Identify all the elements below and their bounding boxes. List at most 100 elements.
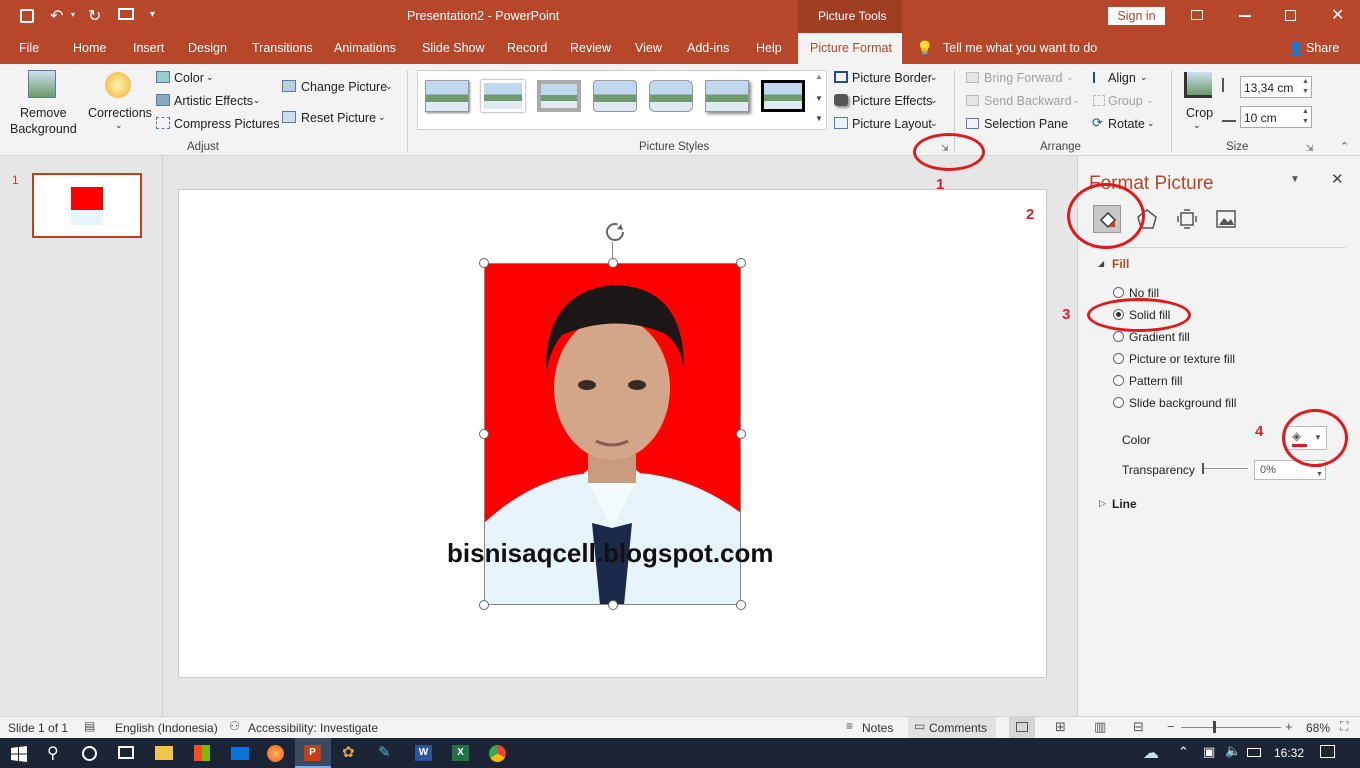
save-icon[interactable] (20, 9, 34, 23)
picture-style-4[interactable] (593, 80, 637, 112)
normal-view-icon[interactable] (1009, 717, 1035, 738)
selection-pane-button[interactable]: Selection Pane (984, 117, 1068, 131)
slide-sorter-icon[interactable]: ⊞ (1055, 719, 1066, 735)
resize-handle-bl[interactable] (479, 600, 489, 610)
corrections-button[interactable]: Corrections (88, 106, 152, 120)
reset-picture-button[interactable]: Reset Picture (301, 111, 376, 125)
tab-add-ins[interactable]: Add-ins (687, 41, 729, 55)
minimize-icon[interactable] (1239, 15, 1251, 17)
height-input[interactable]: 13,34 cm ▲ ▼ (1240, 76, 1312, 98)
bring-forward-dropdown-icon[interactable]: ⌄ (1066, 72, 1074, 83)
gallery-scroll-up-icon[interactable]: ▲ (815, 72, 823, 81)
paint-icon[interactable]: ✎ (378, 743, 391, 761)
resize-handle-br[interactable] (736, 600, 746, 610)
ribbon-display-icon[interactable] (1191, 10, 1203, 20)
store-icon[interactable] (194, 745, 210, 761)
customize-qat-icon[interactable]: ▾ (150, 9, 155, 20)
pane-options-dropdown-icon[interactable]: ▼ (1290, 174, 1300, 185)
zoom-slider-thumb[interactable] (1213, 721, 1216, 733)
picture-effects-dropdown-icon[interactable]: ⌄ (930, 95, 938, 106)
rotate-dropdown-icon[interactable]: ⌄ (1147, 118, 1155, 129)
powerpoint-taskbar-button[interactable]: P (295, 738, 331, 768)
redo-icon[interactable]: ↻ (88, 6, 101, 26)
comments-button[interactable]: ▭ Comments (908, 717, 996, 738)
remove-background-label-2[interactable]: Background (10, 122, 77, 136)
collapse-ribbon-icon[interactable]: ⌃ (1340, 140, 1349, 153)
battery-icon[interactable] (1247, 748, 1261, 757)
picture-texture-fill-radio[interactable] (1113, 353, 1124, 364)
resize-handle-tc[interactable] (608, 258, 618, 268)
tab-insert[interactable]: Insert (133, 41, 164, 55)
tab-review[interactable]: Review (570, 41, 611, 55)
reset-picture-dropdown-icon[interactable]: ⌄ (378, 112, 386, 123)
picture-tab-icon[interactable] (1215, 208, 1237, 230)
undo-icon[interactable]: ↶ (50, 6, 63, 26)
corrections-icon[interactable] (105, 72, 131, 98)
remove-background-icon[interactable] (28, 70, 56, 98)
group-button[interactable]: Group (1108, 94, 1143, 108)
picture-border-button[interactable]: Picture Border (852, 71, 932, 85)
task-view-icon[interactable] (118, 746, 134, 759)
remove-background-label-1[interactable]: Remove (20, 106, 67, 120)
picture-style-6[interactable] (705, 80, 749, 112)
tab-file[interactable]: File (19, 41, 39, 55)
reading-view-icon[interactable]: ▥ (1094, 719, 1106, 735)
no-fill-radio[interactable] (1113, 287, 1124, 298)
notes-button[interactable]: Notes (862, 721, 893, 735)
gradient-fill-label[interactable]: Gradient fill (1129, 330, 1190, 344)
resize-handle-tr[interactable] (736, 258, 746, 268)
firefox-icon[interactable] (267, 745, 284, 762)
bring-forward-button[interactable]: Bring Forward (984, 71, 1063, 85)
sign-in-button[interactable]: Sign in (1108, 7, 1165, 25)
slide-background-fill-radio[interactable] (1113, 397, 1124, 408)
group-dropdown-icon[interactable]: ⌄ (1146, 95, 1154, 106)
excel-icon[interactable]: X (452, 745, 469, 761)
tab-slide-show[interactable]: Slide Show (422, 41, 485, 55)
picture-effects-button[interactable]: Picture Effects (852, 94, 932, 108)
picture-style-7[interactable] (761, 80, 805, 112)
picture-style-2[interactable] (481, 80, 525, 112)
align-button[interactable]: Align (1108, 71, 1136, 85)
cortana-icon[interactable] (82, 746, 97, 761)
resize-handle-mr[interactable] (736, 429, 746, 439)
language-indicator[interactable]: English (Indonesia) (115, 721, 218, 735)
fill-section-header[interactable]: Fill (1112, 257, 1129, 271)
picture-style-1[interactable] (425, 80, 469, 112)
notification-icon[interactable] (1320, 745, 1335, 758)
rotate-handle-icon[interactable] (603, 220, 627, 244)
zoom-slider[interactable] (1181, 721, 1281, 733)
width-input[interactable]: 10 cm ▲ ▼ (1240, 106, 1312, 128)
word-icon[interactable]: W (415, 745, 432, 761)
file-explorer-icon[interactable] (155, 746, 173, 760)
gradient-fill-radio[interactable] (1113, 331, 1124, 342)
picture-border-dropdown-icon[interactable]: ⌄ (930, 72, 938, 83)
line-section-header[interactable]: Line (1112, 497, 1137, 511)
size-properties-icon[interactable] (1176, 208, 1198, 230)
clock[interactable]: 16:32 (1274, 746, 1304, 760)
gallery-scroll-down-icon[interactable]: ▼ (815, 94, 823, 103)
height-spinner-icon[interactable]: ▲ ▼ (1302, 77, 1309, 97)
close-window-icon[interactable]: ✕ (1331, 5, 1344, 25)
tab-home[interactable]: Home (73, 41, 106, 55)
spelling-icon[interactable]: ▤ (84, 719, 95, 733)
transparency-slider[interactable] (1202, 463, 1248, 474)
picture-layout-button[interactable]: Picture Layout (852, 117, 932, 131)
size-launcher-icon[interactable]: ⇲ (1306, 143, 1314, 154)
tab-design[interactable]: Design (188, 41, 227, 55)
zoom-level[interactable]: 68% (1306, 721, 1330, 735)
slide-background-fill-label[interactable]: Slide background fill (1129, 396, 1236, 410)
chrome-icon[interactable] (489, 745, 506, 762)
crop-button[interactable]: Crop (1186, 106, 1213, 120)
picture-style-5[interactable] (649, 80, 693, 112)
resize-handle-tl[interactable] (479, 258, 489, 268)
volume-icon[interactable]: 🔈 (1225, 743, 1241, 759)
corrections-dropdown-icon[interactable]: ⌄ (115, 120, 123, 131)
picture-texture-fill-label[interactable]: Picture or texture fill (1129, 352, 1235, 366)
artistic-effects-button[interactable]: Artistic Effects (174, 94, 253, 108)
send-backward-dropdown-icon[interactable]: ⌄ (1072, 95, 1080, 106)
width-spinner-icon[interactable]: ▲ ▼ (1302, 107, 1309, 127)
windows-start-icon[interactable] (11, 746, 27, 762)
share-button[interactable]: Share (1306, 41, 1339, 55)
resize-handle-ml[interactable] (479, 429, 489, 439)
zoom-in-icon[interactable]: + (1285, 719, 1293, 734)
